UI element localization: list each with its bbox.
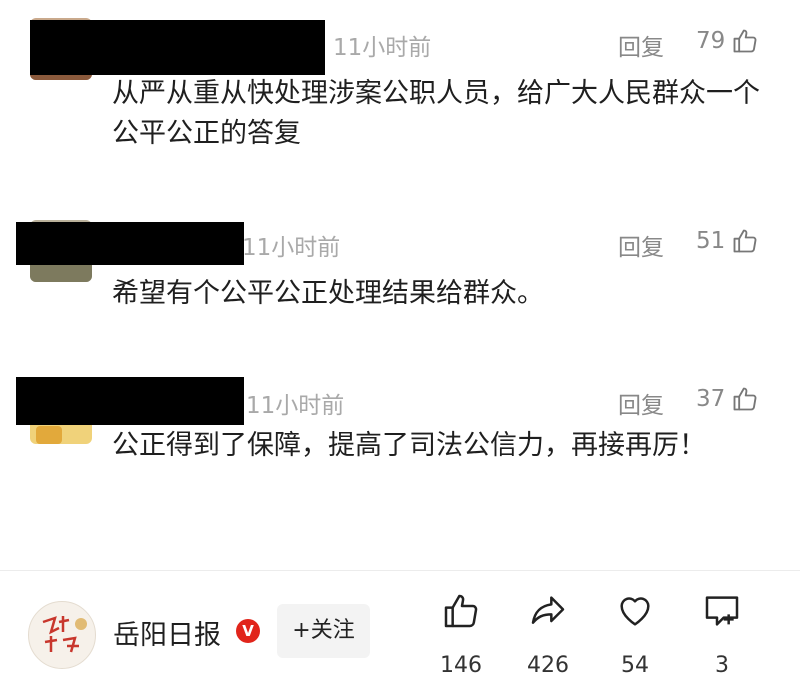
account-name[interactable]: 岳阳日报 xyxy=(113,613,221,652)
like-count: 51 xyxy=(696,228,726,254)
comment-plus-icon xyxy=(705,596,739,626)
comment-text: 公正得到了保障，提高了司法公信力，再接再厉！ xyxy=(112,430,706,461)
reply-button[interactable]: 回复 xyxy=(618,386,664,420)
thumbs-up-icon[interactable] xyxy=(731,27,759,55)
comment-item: 11小时前 回复 79 从严从重从快处理涉案公职人员，给广大人民群众一个公平公正… xyxy=(0,0,800,190)
thumbs-up-icon xyxy=(444,594,478,628)
comment-action[interactable]: 3 xyxy=(687,591,757,678)
comment-time: 11小时前 xyxy=(333,35,432,61)
reply-button[interactable]: 回复 xyxy=(618,228,664,262)
share-icon xyxy=(531,596,565,624)
redacted-username xyxy=(16,377,244,425)
comment-text: 希望有个公平公正处理结果给群众。 xyxy=(112,278,544,309)
comment-time: 11小时前 xyxy=(246,393,345,419)
favorite-action[interactable]: 54 xyxy=(600,591,670,678)
like-count: 146 xyxy=(440,653,482,678)
thumbs-up-icon[interactable] xyxy=(731,227,759,255)
follow-button[interactable]: +关注 xyxy=(277,604,370,658)
favorite-count: 54 xyxy=(621,653,649,678)
heart-icon xyxy=(620,597,650,626)
comment-text: 从严从重从快处理涉案公职人员，给广大人民群众一个公平公正的答复 xyxy=(112,78,760,149)
redacted-username xyxy=(16,222,244,265)
account-avatar-logo[interactable] xyxy=(28,601,96,669)
like-count: 37 xyxy=(696,386,726,412)
like-count: 79 xyxy=(696,28,726,54)
reply-button[interactable]: 回复 xyxy=(618,28,664,62)
bottom-action-bar: 岳阳日报 V +关注 146 426 54 3 xyxy=(0,571,800,698)
thumbs-up-icon[interactable] xyxy=(731,385,759,413)
like-action[interactable]: 146 xyxy=(426,591,496,678)
comment-item: 11小时前 回复 37 公正得到了保障，提高了司法公信力，再接再厉！ xyxy=(0,360,800,570)
comment-item: 11小时前 回复 51 希望有个公平公正处理结果给群众。 xyxy=(0,190,800,360)
redacted-username xyxy=(30,20,325,75)
share-count: 426 xyxy=(527,653,569,678)
verified-badge: V xyxy=(236,619,260,643)
comment-time: 11小时前 xyxy=(242,235,341,261)
comment-count: 3 xyxy=(715,653,729,678)
share-action[interactable]: 426 xyxy=(513,591,583,678)
